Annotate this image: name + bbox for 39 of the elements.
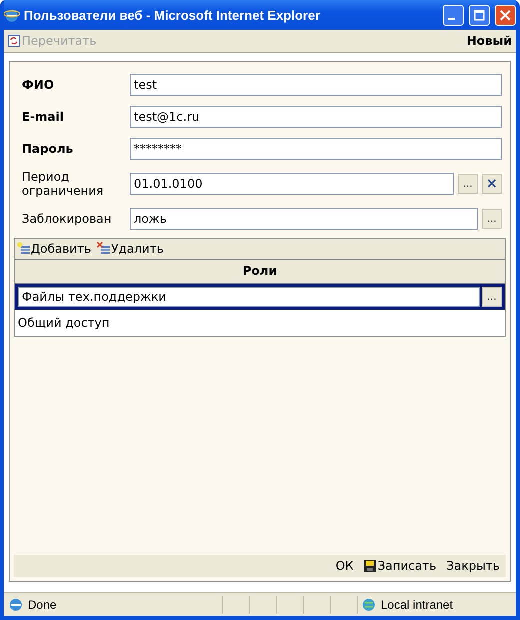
add-row-icon <box>17 242 31 256</box>
mode-label: Новый <box>466 34 512 48</box>
clear-button[interactable]: × <box>482 174 502 194</box>
input-field[interactable]: ******** <box>130 138 502 160</box>
maximize-button[interactable] <box>469 4 490 26</box>
choose-button[interactable]: ... <box>482 287 502 307</box>
close-icon <box>500 10 511 20</box>
field-label: ФИО <box>22 78 56 92</box>
input-field[interactable]: 01.01.0100 <box>130 173 454 195</box>
add-button[interactable]: Добавить <box>17 242 92 256</box>
field-label: Заблокирован <box>22 212 113 226</box>
table-cell: Общий доступ <box>18 316 110 330</box>
browser-logo-icon <box>4 7 20 23</box>
save-button[interactable]: Записать <box>364 559 437 573</box>
globe-icon <box>362 596 378 612</box>
input-field[interactable]: Файлы тех.поддержки <box>18 287 480 307</box>
ok-button[interactable]: ОК <box>336 559 354 573</box>
minimize-icon <box>448 18 455 20</box>
delete-row-icon <box>97 242 112 256</box>
close-button[interactable] <box>495 4 516 26</box>
column-header: Роли <box>15 259 505 284</box>
close-button[interactable]: Закрыть <box>446 559 500 573</box>
maximize-icon <box>474 10 485 20</box>
choose-button[interactable]: ... <box>482 209 502 229</box>
field-label: Пароль <box>22 142 74 156</box>
input-field[interactable]: test <box>130 74 502 96</box>
choose-button[interactable]: ... <box>458 174 478 194</box>
table-row[interactable]: Общий доступ <box>15 310 505 336</box>
zone-text: Local intranet <box>381 598 454 612</box>
input-field[interactable]: ложь <box>130 208 478 230</box>
status-text: Done <box>28 598 58 612</box>
minimize-button[interactable] <box>443 4 464 26</box>
window-title: Пользователи веб - Microsoft Internet Explorer <box>24 8 320 22</box>
delete-button[interactable]: Удалить <box>97 242 164 256</box>
input-field[interactable]: test@1c.ru <box>130 106 502 128</box>
field-label: E-mail <box>22 110 66 124</box>
table-row[interactable]: Файлы тех.поддержки ... <box>15 284 505 310</box>
refresh-icon <box>8 35 20 47</box>
field-label: Период ограничения <box>22 170 105 198</box>
